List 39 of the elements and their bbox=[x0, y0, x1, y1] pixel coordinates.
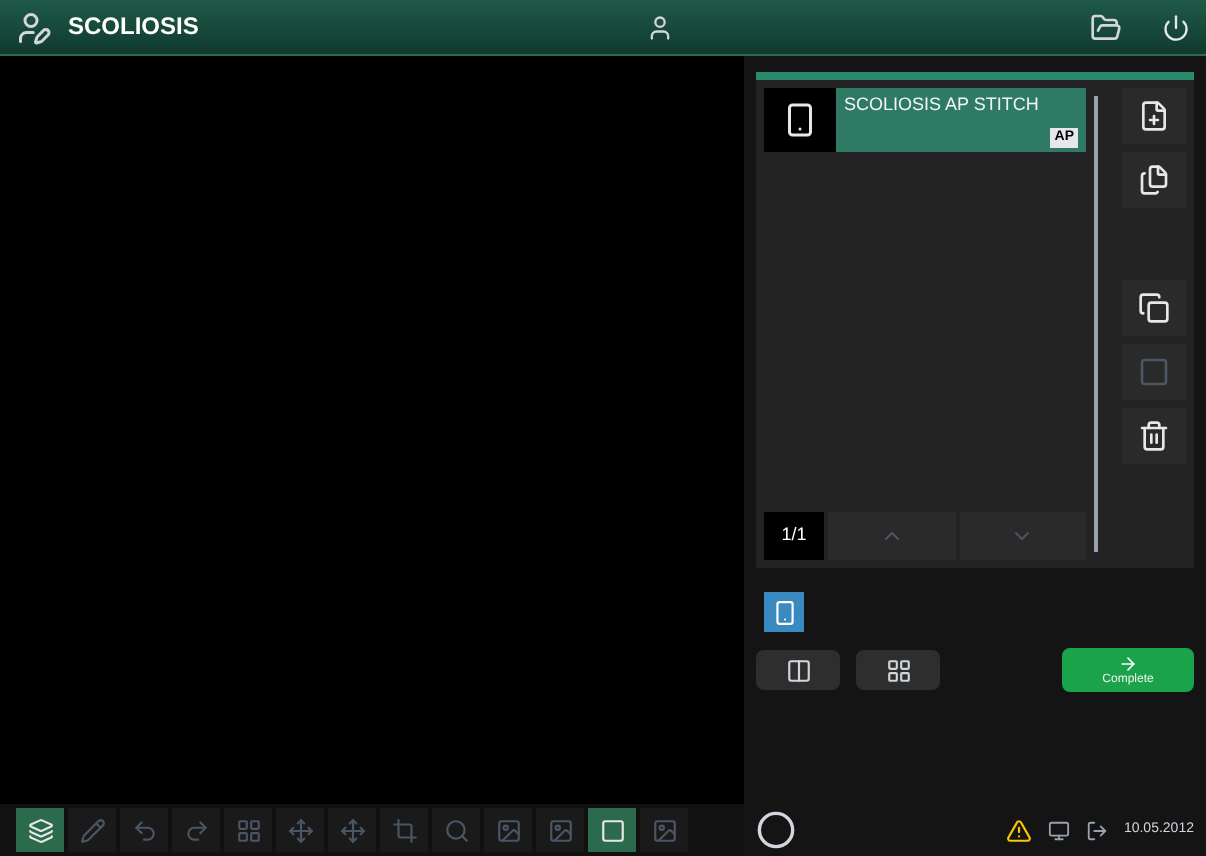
series-title: SCOLIOSIS AP STITCH bbox=[844, 92, 1041, 118]
layout-icon bbox=[785, 657, 811, 683]
tool-button[interactable] bbox=[16, 808, 64, 852]
trash-icon bbox=[1138, 420, 1170, 452]
crop-icon bbox=[391, 817, 417, 843]
move-icon bbox=[287, 817, 313, 843]
grid-icon bbox=[235, 817, 261, 843]
folder-icon[interactable] bbox=[1090, 11, 1122, 43]
curve-right-icon bbox=[183, 817, 209, 843]
grid-icon bbox=[885, 657, 911, 683]
grid-button[interactable] bbox=[856, 650, 940, 690]
user-edit-icon[interactable] bbox=[16, 9, 52, 45]
move-icon bbox=[339, 817, 365, 843]
image-icon bbox=[651, 817, 677, 843]
curve-left-icon bbox=[131, 817, 157, 843]
power-icon[interactable] bbox=[1162, 13, 1190, 41]
search-icon bbox=[443, 817, 469, 843]
page-counter: 1/1 bbox=[764, 512, 824, 560]
panel-action-button[interactable] bbox=[1122, 152, 1186, 208]
patient-name: SCOLIOSIS bbox=[68, 10, 199, 44]
pencil-icon bbox=[79, 817, 105, 843]
image-icon bbox=[547, 817, 573, 843]
warning-icon[interactable] bbox=[1005, 817, 1032, 843]
panel-action-button[interactable] bbox=[1122, 408, 1186, 464]
arrow-right-icon bbox=[1118, 654, 1138, 674]
layers-icon bbox=[27, 817, 53, 843]
copy-icon bbox=[1138, 292, 1170, 324]
panel-action-button[interactable] bbox=[1122, 280, 1186, 336]
tool-button[interactable] bbox=[588, 808, 636, 852]
logout-icon[interactable] bbox=[1085, 819, 1108, 841]
image-icon bbox=[495, 817, 521, 843]
panel-action-button[interactable] bbox=[1122, 88, 1186, 144]
circle-icon[interactable] bbox=[756, 810, 796, 850]
monitor-icon[interactable] bbox=[1047, 819, 1070, 841]
person-icon[interactable] bbox=[646, 13, 674, 41]
square-icon bbox=[599, 817, 625, 843]
layout-edit-button[interactable] bbox=[756, 650, 840, 690]
cassette-button[interactable] bbox=[764, 592, 804, 632]
add-page-icon bbox=[1138, 100, 1170, 132]
